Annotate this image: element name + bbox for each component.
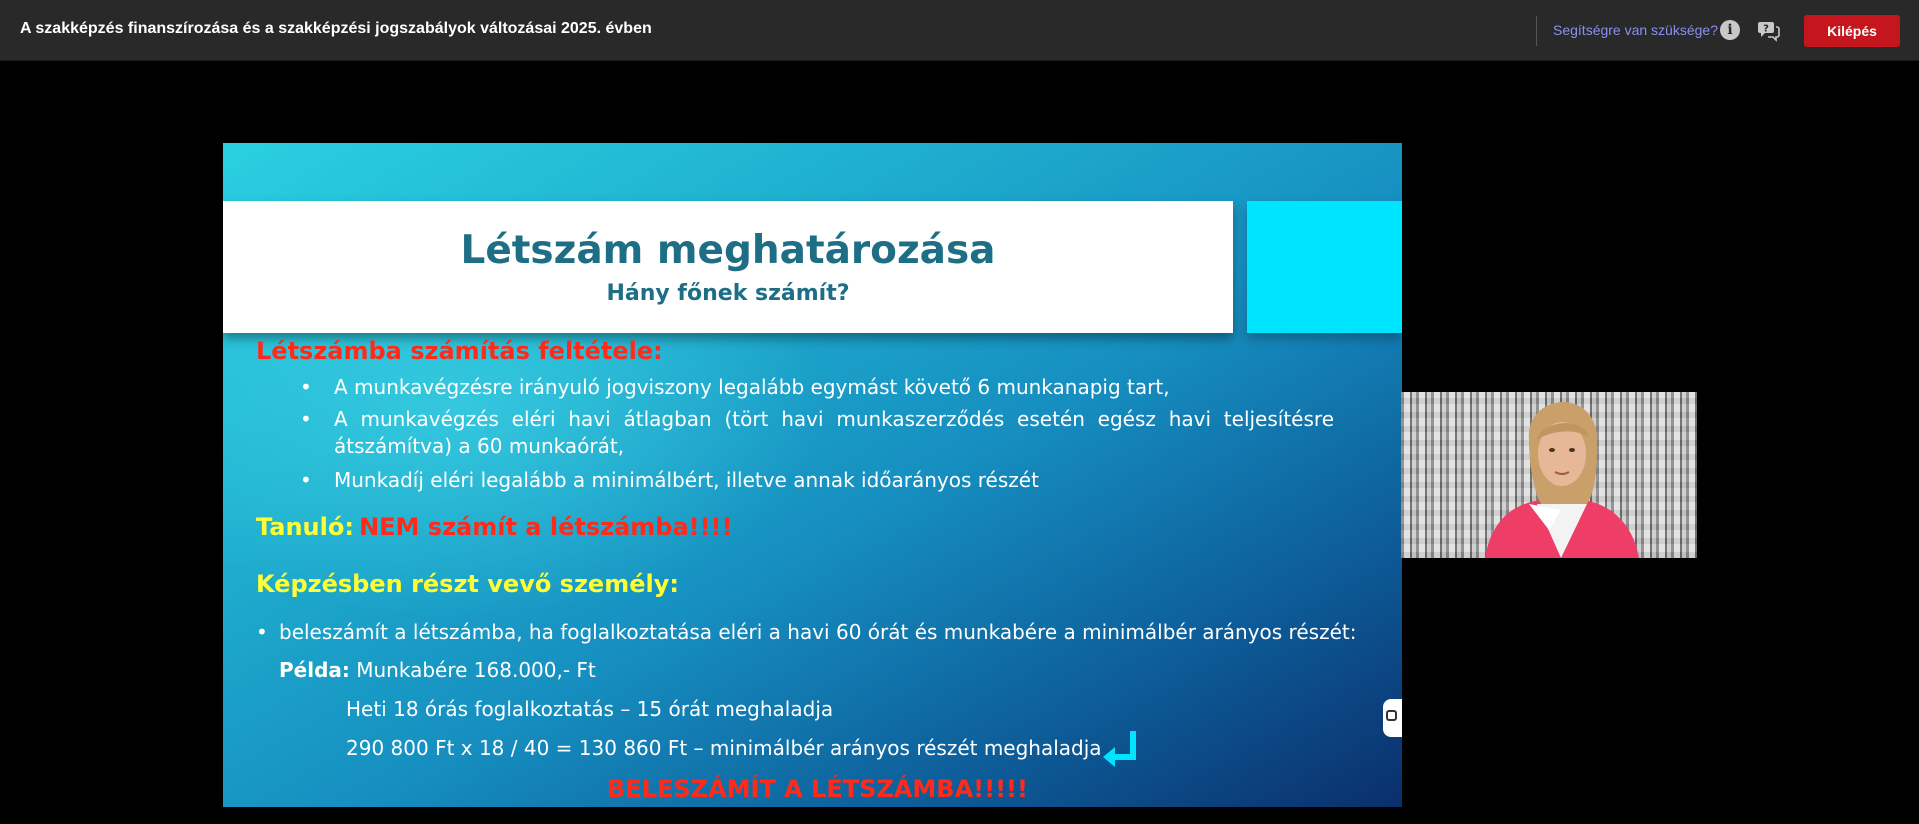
accent-box (1247, 201, 1402, 333)
chat-help-icon[interactable]: ? (1756, 18, 1780, 42)
divider (1536, 16, 1537, 46)
trainee-heading: Képzésben részt vevő személy: (256, 570, 679, 598)
slide-title: Létszám meghatározása (460, 228, 996, 273)
panel-icon (1386, 710, 1397, 721)
exit-button[interactable]: Kilépés (1804, 15, 1900, 47)
help-link[interactable]: Segítségre van szüksége? (1553, 22, 1718, 38)
example-line: Heti 18 órás foglalkoztatás – 15 órát me… (346, 697, 834, 721)
presenter-image (1485, 402, 1639, 558)
bullet-icon: • (300, 375, 312, 399)
return-arrow-icon (1103, 731, 1136, 767)
presentation-slide: Létszám meghatározása Hány főnek számít?… (223, 143, 1402, 807)
condition-item: A munkavégzésre irányuló jogviszony lega… (334, 375, 1170, 399)
meeting-title: A szakképzés finanszírozása és a szakkép… (20, 20, 652, 37)
student-line: Tanuló: NEM számít a létszámba!!!! (256, 513, 732, 541)
presenter-video (1401, 392, 1697, 558)
condition-heading: Létszámba számítás feltétele: (256, 337, 663, 365)
condition-item: A munkavégzés eléri havi átlagban (tört … (334, 407, 1334, 458)
example-line: Példa: Munkabére 168.000,- Ft (279, 658, 596, 682)
condition-item: Munkadíj eléri legalább a minimálbért, i… (334, 468, 1039, 492)
svg-text:?: ? (1763, 24, 1769, 35)
bullet-icon: • (300, 468, 312, 492)
example-line: 290 800 Ft x 18 / 40 = 130 860 Ft – mini… (346, 736, 1102, 760)
student-label: Tanuló: (256, 513, 354, 541)
side-panel-tab[interactable] (1383, 699, 1402, 737)
example-text: Munkabére 168.000,- Ft (356, 658, 596, 682)
info-icon[interactable]: i (1720, 20, 1740, 40)
slide-title-box: Létszám meghatározása Hány főnek számít? (223, 201, 1233, 333)
conclusion-text: BELESZÁMÍT A LÉTSZÁMBA!!!!! (607, 775, 1028, 803)
student-text: NEM számít a létszámba!!!! (359, 513, 733, 541)
slide-subtitle: Hány főnek számít? (606, 281, 850, 306)
bullet-icon: • (300, 407, 312, 431)
top-bar: A szakképzés finanszírozása és a szakkép… (0, 0, 1919, 61)
trainee-bullet: beleszámít a létszámba, ha foglalkoztatá… (279, 620, 1357, 644)
bullet-icon: • (256, 620, 268, 644)
example-label: Példa: (279, 658, 350, 682)
